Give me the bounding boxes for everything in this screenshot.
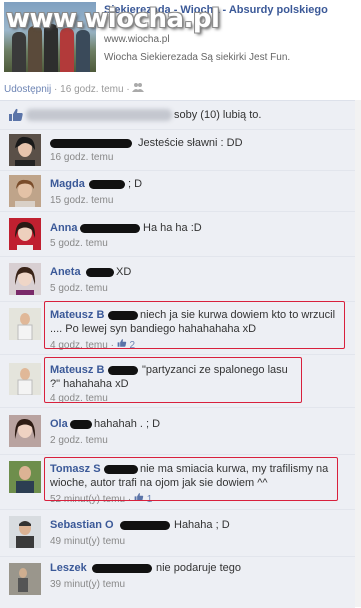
comment-item: Anna Ha ha ha :D 5 godz. temu [0, 211, 355, 256]
post-actions: Udostępnij · 16 godz. temu · [4, 82, 145, 95]
post-header: www.wiocha.pl Siekierezada - Wiocha - Ab… [0, 0, 361, 78]
watermark-logo: www.wiocha.pl [6, 4, 220, 34]
avatar[interactable] [9, 363, 41, 395]
comment-text: Hahaha ; D [174, 519, 230, 531]
redacted-name [50, 139, 132, 148]
comment-text: ; D [128, 178, 143, 190]
comment-time[interactable]: 15 godz. temu [50, 195, 113, 206]
shared-link-description: Wiocha Siekierezada Są siekirki Jest Fun… [104, 52, 291, 63]
comment-text: Ha ha ha :D [143, 222, 202, 234]
comment-author[interactable]: Magda [50, 178, 85, 190]
comment-author[interactable]: Aneta [50, 266, 81, 278]
comment-author[interactable]: Ola [50, 418, 68, 430]
avatar[interactable] [9, 516, 41, 548]
avatar[interactable] [9, 461, 41, 493]
avatar[interactable] [9, 563, 41, 595]
redacted-name [120, 521, 170, 530]
redacted-name [89, 180, 125, 189]
shared-link-url: www.wiocha.pl [104, 34, 170, 45]
comment-text: hahahah . ; D [94, 418, 161, 430]
highlight-box [44, 357, 302, 403]
redacted-names [26, 109, 172, 121]
comment-text: nie podaruje tego [156, 562, 242, 574]
post-time[interactable]: 16 godz. temu [60, 84, 123, 95]
scrollbar[interactable] [355, 100, 361, 607]
thumbs-up-icon [9, 108, 23, 121]
people-icon [132, 83, 145, 95]
comment-item: Ola hahahah . ; D 2 godz. temu [0, 407, 355, 454]
comment-author[interactable]: Sebastian O [50, 519, 114, 531]
likes-bar: soby (10) lubią to. [0, 100, 355, 129]
comment-item: Aneta XD 5 godz. temu [0, 256, 355, 301]
avatar[interactable] [9, 134, 41, 166]
comment-time[interactable]: 5 godz. temu [50, 283, 108, 294]
comment-time[interactable]: 16 godz. temu [50, 152, 113, 163]
redacted-name [80, 224, 140, 233]
avatar[interactable] [9, 218, 41, 250]
comment-text: XD [116, 266, 132, 278]
comment-item: Leszek nie podaruje tego 39 minut(y) tem… [0, 556, 355, 608]
comment-time[interactable]: 5 godz. temu [50, 238, 108, 249]
redacted-name [70, 420, 92, 429]
redacted-name [86, 268, 114, 277]
comment-item: Jesteście sławni : DD 16 godz. temu [0, 129, 355, 170]
avatar[interactable] [9, 263, 41, 295]
comment-author[interactable]: Leszek [50, 562, 87, 574]
comment-item: Sebastian O Hahaha ; D 49 minut(y) temu [0, 509, 355, 556]
highlight-box [44, 301, 345, 349]
comment-author[interactable]: Anna [50, 222, 78, 234]
comment-time[interactable]: 49 minut(y) temu [50, 536, 125, 547]
comment-time[interactable]: 2 godz. temu [50, 435, 108, 446]
comment-time[interactable]: 39 minut(y) temu [50, 579, 125, 590]
avatar[interactable] [9, 415, 41, 447]
highlight-box [44, 457, 338, 501]
separator: · [126, 84, 130, 95]
share-link[interactable]: Udostępnij [4, 84, 51, 95]
comment-text: Jesteście sławni : DD [138, 137, 243, 149]
likes-text[interactable]: soby (10) lubią to. [174, 109, 261, 121]
redacted-name [92, 564, 152, 573]
separator: · [54, 84, 58, 95]
comment-item: Magda ; D 15 godz. temu [0, 170, 355, 211]
avatar[interactable] [9, 308, 41, 340]
avatar[interactable] [9, 175, 41, 207]
